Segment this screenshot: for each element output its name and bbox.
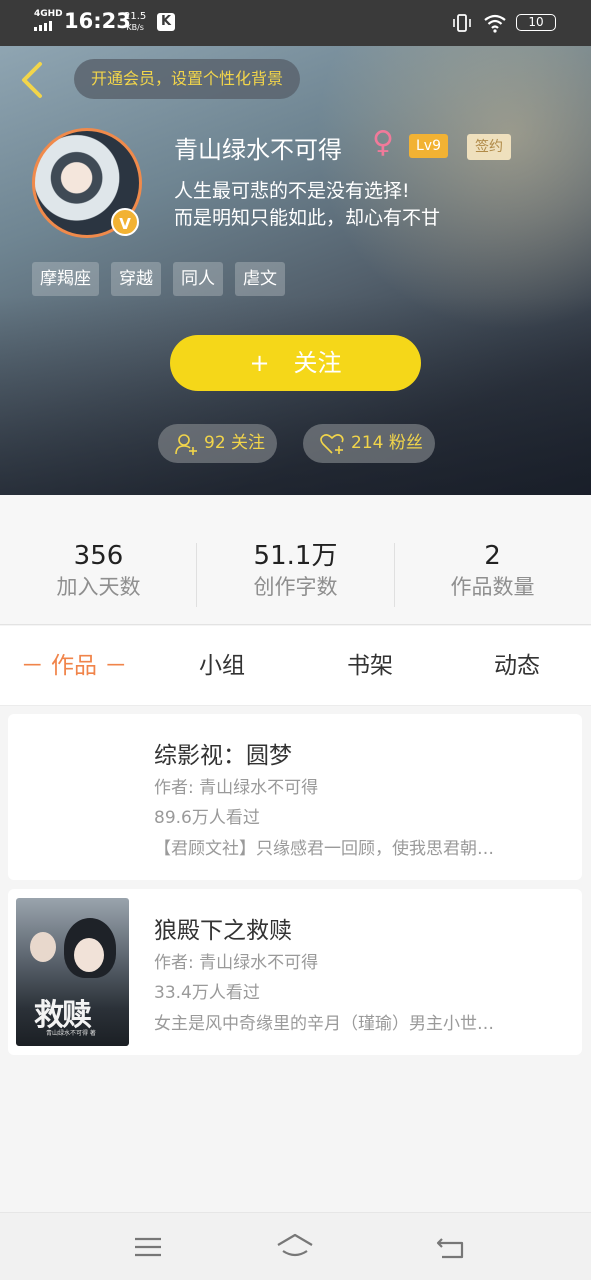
book-views: 33.4万人看过: [154, 983, 260, 1003]
book-description: 女主是风中奇缘里的辛月（瑾瑜）男主小世…: [154, 1014, 494, 1034]
following-count-button[interactable]: 92 关注: [158, 424, 278, 463]
book-author: 作者: 青山绿水不可得: [154, 953, 319, 973]
bio-line: 而是明知只能如此，却心有不甘: [174, 207, 441, 229]
vip-background-prompt[interactable]: 开通会员，设置个性化背景: [74, 59, 301, 99]
menu-icon[interactable]: [128, 1231, 168, 1263]
stat-word-count: 51.1万 创作字数: [197, 541, 394, 601]
tag: 同人: [173, 262, 223, 296]
book-description: 【君顾文社】只缘感君一回顾，使我思君朝…: [154, 839, 494, 859]
stats-panel: 356 加入天数 51.1万 创作字数 2 作品数量: [0, 495, 591, 625]
book-card[interactable]: 救赎 青山绿水不可得 著 狼殿下之救赎 作者: 青山绿水不可得 33.4万人看过…: [8, 889, 582, 1055]
bio-line: 人生最可悲的不是没有选择!: [174, 180, 410, 202]
wifi-icon: [484, 14, 506, 33]
user-bio: 人生最可悲的不是没有选择! 而是明知只能如此，却心有不甘: [174, 178, 440, 232]
cover-figure: [74, 938, 104, 972]
verified-badge: V: [111, 208, 139, 236]
stat-value: 51.1万: [253, 541, 338, 571]
stat-work-count: 2 作品数量: [394, 541, 591, 601]
follow-button[interactable]: + 关注: [170, 335, 421, 391]
heart-add-icon: [320, 433, 344, 454]
tag: 虐文: [235, 262, 285, 296]
network-indicator: 4GHD: [34, 9, 63, 19]
book-views: 89.6万人看过: [154, 808, 260, 828]
status-bar: 4GHD 16:23 21.5 KB/s K 10: [0, 0, 591, 46]
stat-label: 作品数量: [450, 575, 535, 599]
profile-header: 开通会员，设置个性化背景 V 青山绿水不可得 ♀ Lv9 签约 人生最可悲的不是…: [0, 46, 591, 495]
following-count: 92 关注: [204, 433, 266, 453]
fans-count: 214 粉丝: [351, 433, 423, 453]
battery-indicator: 10: [516, 14, 556, 31]
system-nav-bar: [0, 1212, 591, 1280]
level-badge: Lv9: [409, 134, 448, 158]
signed-badge: 签约: [467, 134, 511, 160]
plus-icon: +: [249, 349, 270, 377]
book-list: 综影视：圆梦 作者: 青山绿水不可得 89.6万人看过 【君顾文社】只缘感君一回…: [8, 714, 582, 1064]
book-cover: 救赎 青山绿水不可得 著: [16, 898, 129, 1046]
clock: 16:23: [64, 9, 131, 33]
female-icon: ♀: [372, 125, 394, 160]
book-author: 作者: 青山绿水不可得: [154, 778, 319, 798]
back-icon[interactable]: [430, 1231, 470, 1263]
stat-label: 加入天数: [56, 575, 141, 599]
tag: 摩羯座: [32, 262, 99, 296]
book-card[interactable]: 综影视：圆梦 作者: 青山绿水不可得 89.6万人看过 【君顾文社】只缘感君一回…: [8, 714, 582, 880]
user-add-icon: [175, 433, 197, 455]
book-title: 综影视：圆梦: [154, 743, 292, 769]
tab-activity[interactable]: 动态: [443, 626, 591, 706]
network-speed: 21.5 KB/s: [124, 11, 146, 33]
book-title: 狼殿下之救赎: [154, 918, 292, 944]
tab-bar: － 作品 － 小组 书架 动态: [0, 626, 591, 706]
stat-value: 2: [484, 541, 501, 571]
cover-figure: [30, 932, 56, 962]
app-notification-icon: K: [157, 13, 175, 31]
tab-works[interactable]: － 作品 －: [0, 626, 148, 706]
signal-icon: [34, 21, 52, 31]
tag-list: 摩羯座 穿越 同人 虐文: [32, 262, 285, 296]
username: 青山绿水不可得: [174, 136, 342, 164]
tag: 穿越: [111, 262, 161, 296]
tab-bookshelf[interactable]: 书架: [296, 626, 444, 706]
tab-groups[interactable]: 小组: [148, 626, 296, 706]
fans-count-button[interactable]: 214 粉丝: [303, 424, 435, 463]
chevron-left-icon[interactable]: [14, 60, 48, 100]
speed-unit: KB/s: [126, 23, 144, 32]
home-icon[interactable]: [275, 1231, 315, 1263]
stat-value: 356: [73, 541, 124, 571]
book-cover: [16, 723, 129, 871]
cover-subtitle: 青山绿水不可得 著: [46, 1030, 96, 1037]
stat-label: 创作字数: [253, 575, 338, 599]
speed-value: 21.5: [124, 11, 147, 22]
vibrate-icon: [453, 14, 471, 32]
follow-button-label: 关注: [293, 349, 342, 377]
stat-join-days: 356 加入天数: [0, 541, 197, 601]
